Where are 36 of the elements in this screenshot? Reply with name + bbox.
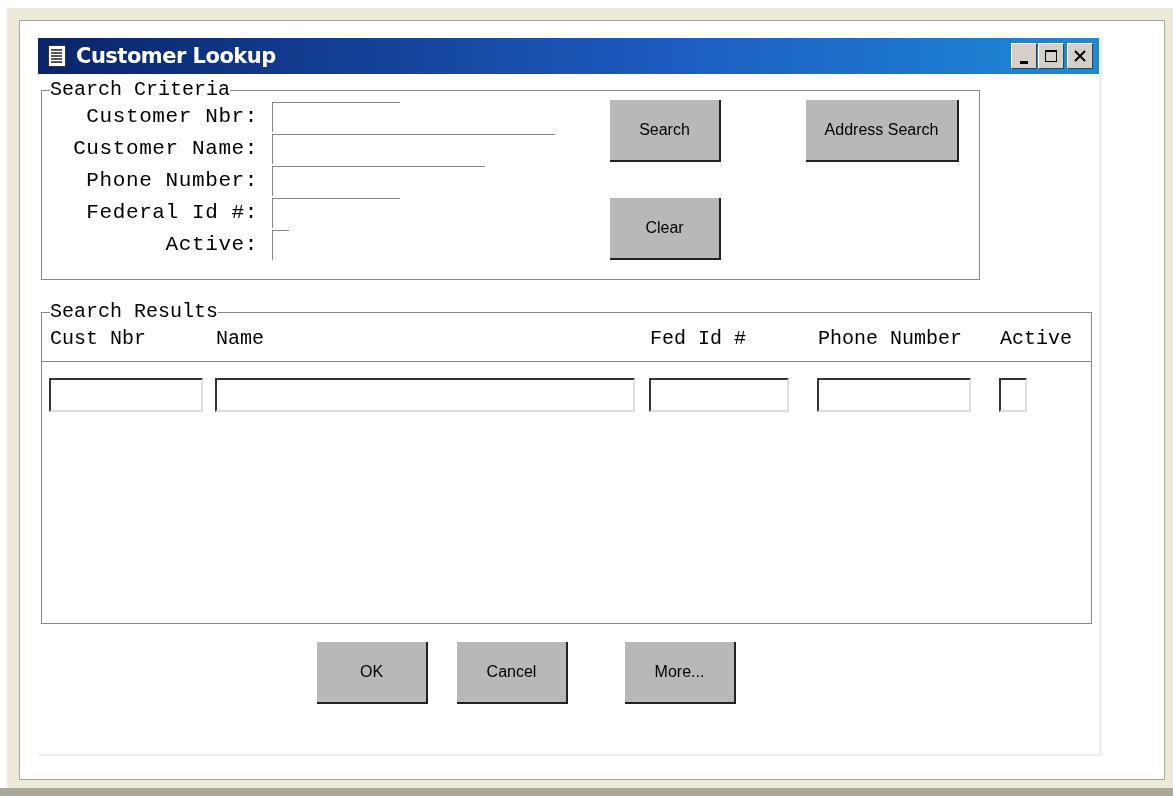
table-cell-field[interactable] <box>215 378 635 412</box>
table-cell-field[interactable] <box>649 378 789 412</box>
document-icon <box>48 45 66 67</box>
group-legend: Search Criteria <box>50 80 231 100</box>
dialog-button[interactable]: OK <box>317 642 428 704</box>
close-button[interactable] <box>1067 43 1093 69</box>
input-field[interactable] <box>272 166 485 196</box>
checkbox[interactable] <box>272 230 289 260</box>
input-field[interactable] <box>272 134 555 164</box>
dialog-button[interactable]: Cancel <box>457 642 568 704</box>
field-label: Customer Name: <box>72 136 259 162</box>
field-label: Customer Nbr: <box>85 104 259 130</box>
maximize-button[interactable] <box>1038 43 1064 69</box>
input-field[interactable] <box>272 198 400 228</box>
column-header: Phone Number <box>818 326 964 352</box>
minimize-icon <box>1020 60 1028 64</box>
column-header: Active <box>1000 326 1073 352</box>
window-title: Customer Lookup <box>76 44 276 68</box>
table-cell-field[interactable] <box>49 378 203 412</box>
action-button[interactable]: Search <box>610 100 721 162</box>
group-legend: Search Results <box>50 302 219 322</box>
action-button[interactable]: Clear <box>610 198 721 260</box>
minimize-button[interactable] <box>1011 43 1037 69</box>
field-label: Active: <box>164 232 259 258</box>
column-header: Name <box>216 326 265 352</box>
maximize-icon <box>1044 49 1058 63</box>
field-label: Phone Number: <box>85 168 259 194</box>
action-button[interactable]: Address Search <box>806 100 959 162</box>
dialog-button[interactable]: More... <box>625 642 736 704</box>
field-label: Federal Id #: <box>85 200 259 226</box>
close-icon <box>1073 49 1087 63</box>
table-cell-field[interactable] <box>999 378 1027 412</box>
table-cell-field[interactable] <box>817 378 971 412</box>
input-field[interactable] <box>272 102 400 132</box>
column-header: Cust Nbr <box>50 326 147 352</box>
column-header: Fed Id # <box>650 326 747 352</box>
